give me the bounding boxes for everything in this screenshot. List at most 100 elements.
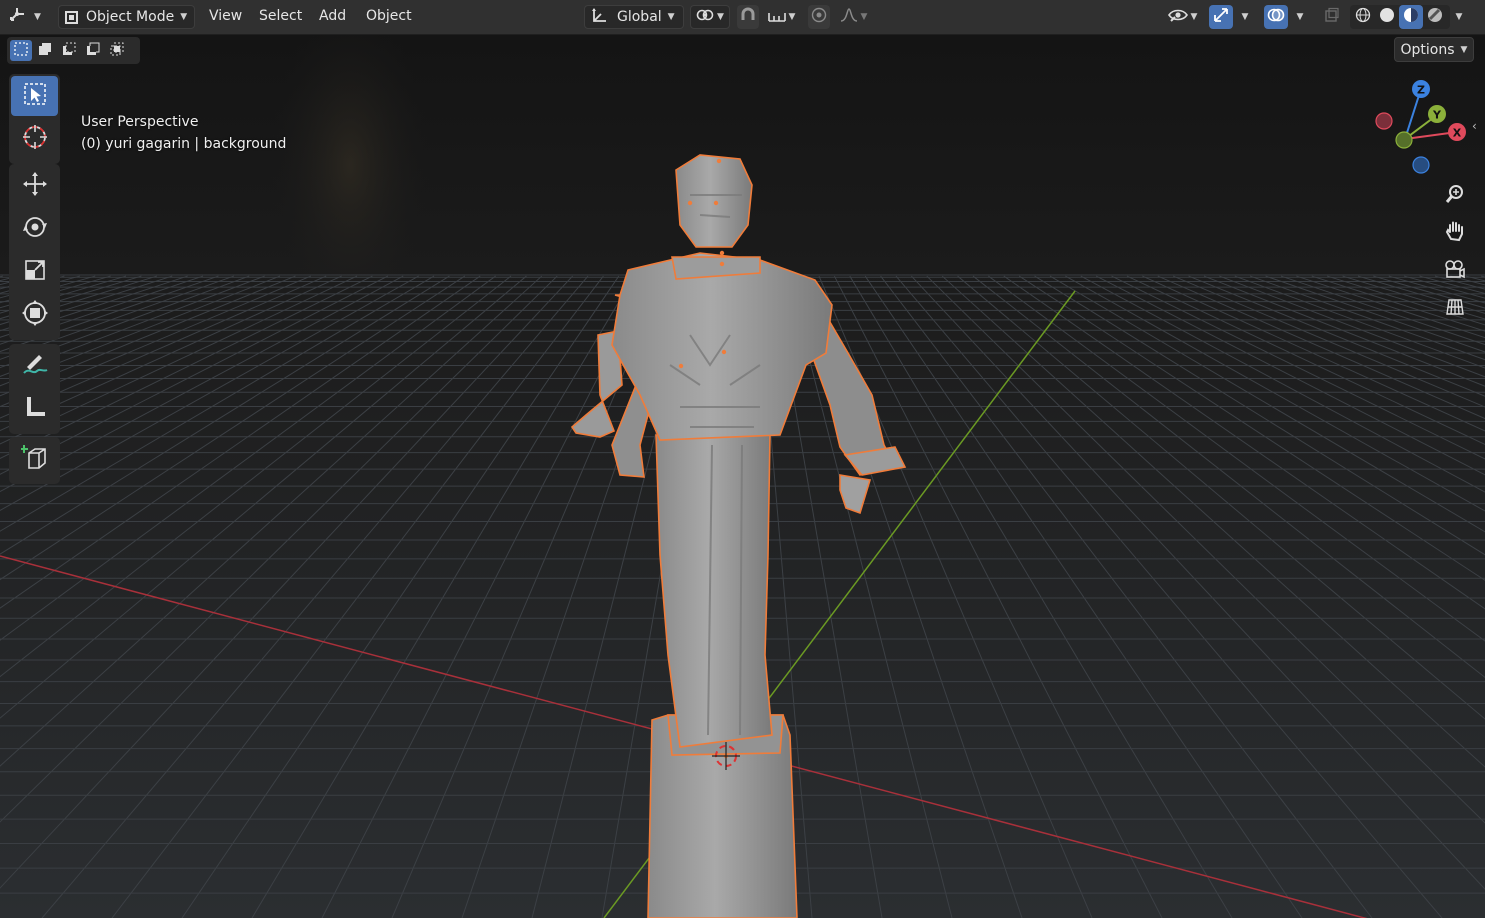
chevron-down-icon: ▼ [34,12,41,22]
camera-view-button[interactable] [1441,257,1469,285]
select-box-icon [22,81,48,111]
viewport-scene [0,35,1485,918]
chevron-down-icon: ▼ [788,12,796,22]
visibility-dropdown[interactable]: ▼ [1162,5,1202,29]
overlays-toggle[interactable] [1264,5,1288,29]
pivot-point-icon [696,7,714,27]
rotate-icon [22,214,48,244]
mode-dropdown[interactable]: Object Mode ▼ [58,5,195,29]
object-mode-icon [65,10,78,24]
proportional-edit-toggle[interactable] [808,5,830,29]
cursor-icon [21,123,49,155]
mode-label: Object Mode [86,9,175,25]
chevron-down-icon: ▼ [860,12,868,22]
scale-icon [22,257,48,287]
menu-view[interactable]: View [209,8,242,24]
options-label: Options [1400,41,1455,58]
add-cube-tool[interactable] [11,439,58,479]
camera-view-icon [1444,259,1466,283]
falloff-dropdown[interactable]: ▼ [834,5,872,29]
z-axis-label: Z [1417,84,1425,97]
toolbar-group-transform [9,164,60,340]
rendered-shading-icon [1427,7,1443,27]
z-axis-handle[interactable]: Z [1412,80,1430,98]
pan-hand-icon [1445,220,1465,246]
x-axis-handle[interactable]: X [1448,123,1466,141]
select-extend-button[interactable] [34,40,56,61]
scale-tool[interactable] [11,252,58,292]
pan-button[interactable] [1441,219,1469,247]
cursor-tool[interactable] [11,119,58,159]
select-extend-icon [37,41,53,61]
orientation-label: Global [617,9,662,25]
select-box-tool[interactable] [11,76,58,116]
annotate-icon [21,351,49,381]
neg-x-axis-handle[interactable] [1375,112,1393,130]
gizmo-toggle-icon [1212,6,1230,28]
3d-viewport[interactable]: User Perspective (0) yuri gagarin | back… [0,35,1485,918]
proportional-edit-icon [811,7,827,27]
chevron-down-icon: ▼ [1241,12,1249,22]
chevron-down-icon: ▼ [717,12,724,22]
neg-z-axis-handle[interactable] [1412,156,1430,174]
selection-mode-group [7,37,140,64]
gizmo-dropdown[interactable]: ▼ [1235,5,1255,29]
options-dropdown[interactable]: Options ▼ [1394,37,1474,62]
select-intersect-button[interactable] [106,40,128,61]
chevron-down-icon: ▼ [1296,12,1304,22]
select-subtract-button[interactable] [58,40,80,61]
menu-object[interactable]: Object [366,8,412,24]
viewport-header: ▼ Object Mode ▼ View Select Add Object G… [0,0,1485,35]
zoom-button[interactable] [1441,182,1469,210]
editor-type-selector[interactable]: ▼ [8,5,50,29]
chevron-down-icon: ▼ [1460,44,1468,55]
menu-add[interactable]: Add [319,8,346,24]
ortho-toggle-button[interactable] [1441,295,1469,323]
transform-icon [21,299,49,331]
zoom-icon [1445,184,1465,208]
transform-orientation-dropdown[interactable]: Global ▼ [584,5,684,29]
shading-solid-button[interactable] [1375,5,1399,29]
overlays-dropdown[interactable]: ▼ [1290,5,1310,29]
move-icon [22,171,48,201]
axis-navigation-gizmo[interactable]: Z Y X [1366,79,1476,179]
ortho-grid-icon [1445,297,1465,321]
chevron-down-icon: ▼ [1190,12,1198,22]
y-axis-label: Y [1432,109,1442,122]
select-new-button[interactable] [10,40,32,61]
snap-target-dropdown[interactable]: ▼ [762,5,800,29]
sidebar-collapse-icon[interactable]: ‹ [1472,119,1477,133]
select-invert-icon [85,41,101,61]
object-info: (0) yuri gagarin | background [81,136,287,152]
eye-visibility-icon [1167,7,1189,27]
material-preview-icon [1403,7,1419,27]
shading-material-button[interactable] [1399,5,1423,29]
toolbar-group-annotate [9,344,60,434]
gizmo-toggle[interactable] [1209,5,1233,29]
snap-increment-icon [767,8,787,27]
view-name: User Perspective [81,114,199,130]
falloff-curve-icon [839,7,859,27]
y-axis-handle[interactable]: Y [1428,105,1446,123]
measure-tool[interactable] [11,389,58,429]
shading-rendered-button[interactable] [1423,5,1447,29]
menu-select[interactable]: Select [259,8,302,24]
pivot-point-dropdown[interactable]: ▼ [690,5,730,29]
overlays-icon [1267,6,1285,28]
select-new-icon [13,41,29,61]
annotate-tool[interactable] [11,346,58,386]
neg-y-axis-handle[interactable] [1395,131,1413,149]
shading-wireframe-button[interactable] [1351,5,1375,29]
snap-toggle[interactable] [737,5,759,29]
viewport-info: User Perspective (0) yuri gagarin | back… [81,111,286,155]
x-axis-label: X [1453,127,1462,140]
transform-tool[interactable] [11,295,58,335]
xray-toggle[interactable] [1320,5,1344,29]
shading-dropdown[interactable]: ▼ [1450,5,1468,29]
select-intersect-icon [109,41,125,61]
select-invert-button[interactable] [82,40,104,61]
xray-toggle-icon [1324,7,1340,27]
move-tool[interactable] [11,166,58,206]
3d-viewport-icon [8,6,28,28]
rotate-tool[interactable] [11,209,58,249]
